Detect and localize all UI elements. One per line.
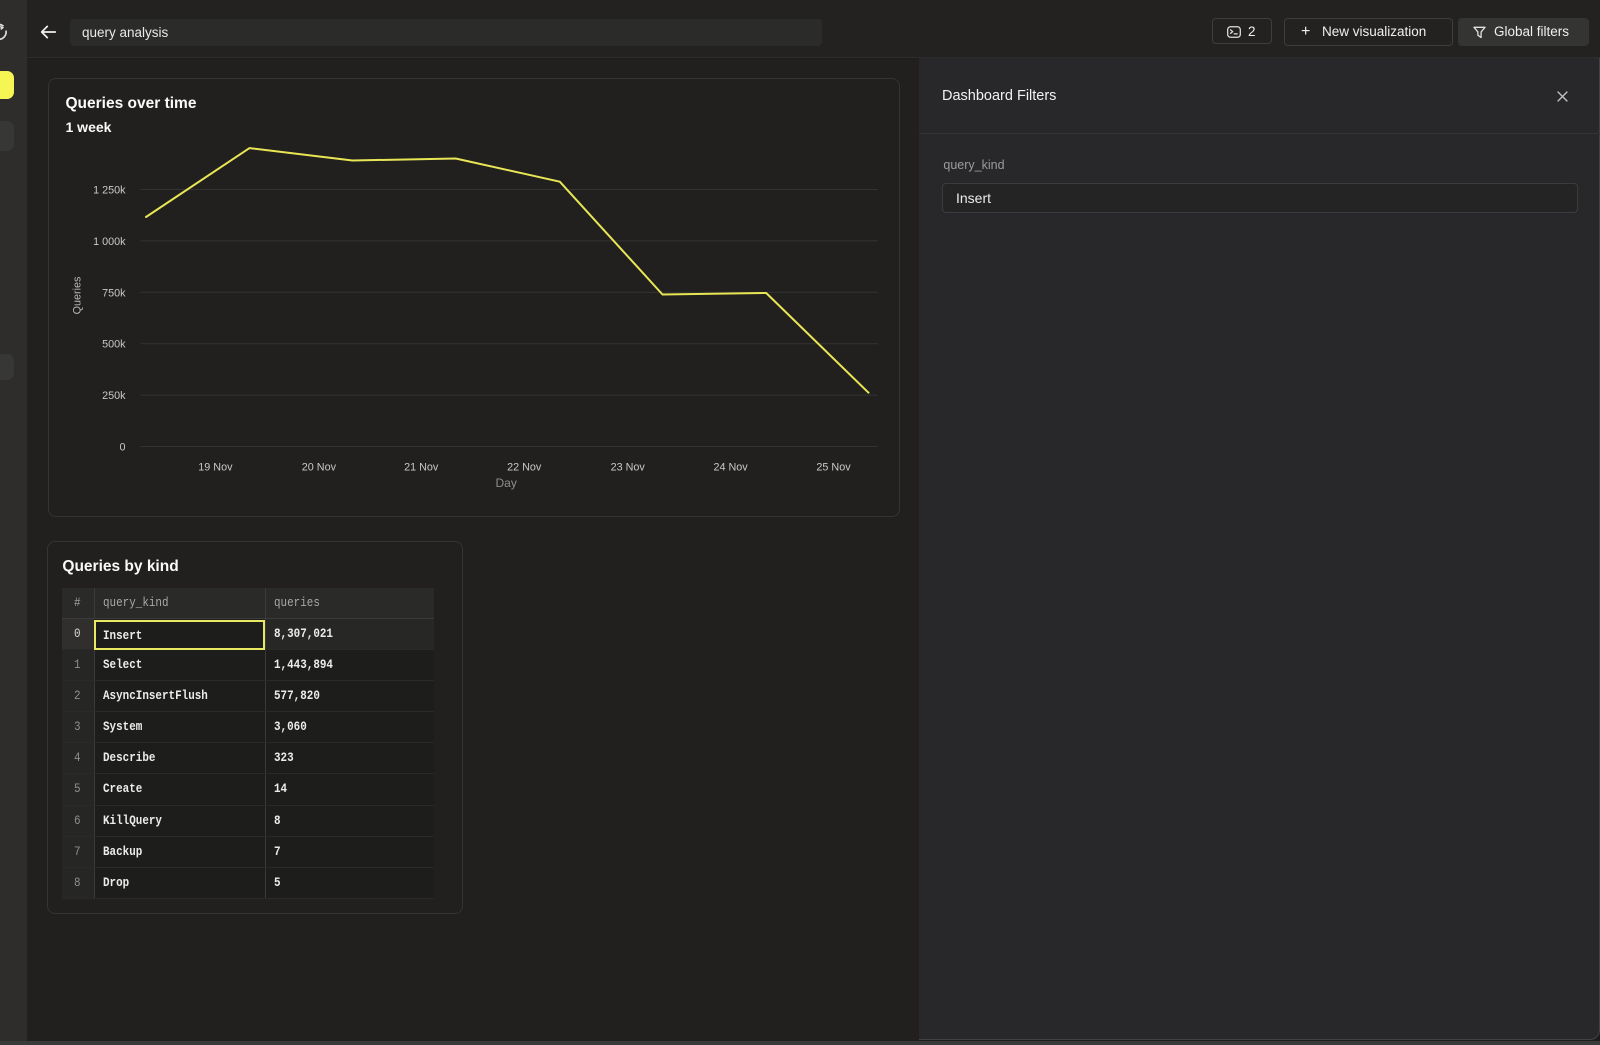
svg-text:19 Nov: 19 Nov [198,461,233,473]
svg-text:Day: Day [495,476,516,490]
svg-text:Queries: Queries [71,275,83,313]
svg-text:20 Nov: 20 Nov [301,461,336,473]
svg-text:24 Nov: 24 Nov [713,461,748,473]
svg-text:25 Nov: 25 Nov [816,461,851,473]
svg-text:23 Nov: 23 Nov [610,461,645,473]
svg-text:750k: 750k [102,287,126,299]
svg-text:22 Nov: 22 Nov [507,461,542,473]
svg-text:21 Nov: 21 Nov [404,461,439,473]
svg-text:0: 0 [119,441,125,453]
svg-text:500k: 500k [102,338,126,350]
svg-text:1 250k: 1 250k [93,184,126,196]
svg-text:250k: 250k [102,390,126,402]
svg-text:1 000k: 1 000k [93,235,126,247]
